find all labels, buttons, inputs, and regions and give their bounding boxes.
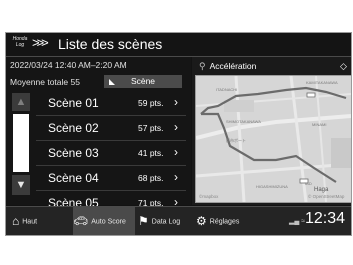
home-icon: ⌂ — [12, 214, 20, 228]
scene-row[interactable]: Scène 03 41 pts. › — [36, 141, 186, 166]
scene-name: Scène 01 — [48, 96, 99, 110]
scene-points: 57 pts. — [138, 123, 164, 133]
tab-data-log[interactable]: ⚑ Data Log — [138, 207, 194, 235]
scene-row[interactable]: Scène 01 59 pts. › — [36, 91, 186, 116]
scene-points: 59 pts. — [138, 98, 164, 108]
svg-text:© OpenStreetMap: © OpenStreetMap — [308, 193, 345, 199]
clock: 12:34 — [305, 210, 346, 227]
route-map[interactable]: ITADNACHI KAMITAKANAWA SHIMOTAKANAWA 都市ポ… — [195, 75, 351, 203]
scene-list-panel: 2022/03/24 12:40 AM–2:20 AM Moyenne tota… — [6, 57, 191, 210]
scroll-thumb[interactable] — [13, 114, 29, 172]
bottom-nav: ⌂ Haut 🚗︎ Auto Score ⚑ Data Log ⚙ Réglages ▂… — [6, 206, 351, 235]
scroll-down-icon[interactable]: ▼ — [12, 175, 30, 195]
map-panel: ⚲Accélération ◇ ITADNACHI KAMITAKANAWA — [192, 57, 351, 205]
chevron-right-icon: › — [174, 95, 178, 109]
scene-name: Scène 02 — [48, 121, 99, 135]
chevron-right-icon: › — [174, 170, 178, 184]
gear-icon: ⚙ — [196, 214, 207, 228]
page-title: Liste des scènes — [58, 36, 163, 52]
tab-settings[interactable]: ⚙ Réglages — [196, 207, 258, 235]
scene-points: 41 pts. — [138, 148, 164, 158]
svg-text:Haga: Haga — [314, 187, 329, 193]
chevron-right-icon: › — [174, 120, 178, 134]
event-label: ⚲ Accélération — [199, 61, 257, 71]
app-logo: Honda Log — [12, 36, 28, 48]
scrollbar[interactable]: ▲ ▼ — [12, 93, 30, 203]
scroll-up-icon[interactable]: ▲ — [12, 93, 30, 111]
app-screen: Honda Log >>> Liste des scènes 2022/03/2… — [5, 32, 352, 236]
scene-name: Scène 03 — [48, 146, 99, 160]
average-total: Moyenne totale 55 — [10, 77, 80, 87]
scene-row[interactable]: Scène 04 68 pts. › — [36, 166, 186, 191]
scene-name: Scène 04 — [48, 171, 99, 185]
svg-text:©mapbox: ©mapbox — [199, 193, 219, 199]
signal-wifi-icon: ▂▄ ≈ — [289, 218, 306, 225]
chevrons-icon: >>> — [32, 35, 49, 50]
car-icon: 🚗︎ — [73, 214, 89, 228]
trip-date: 2022/03/24 12:40 AM–2:20 AM — [10, 60, 127, 70]
sort-corner-icon — [109, 79, 115, 85]
svg-text:KAMITAKANAWA: KAMITAKANAWA — [306, 80, 338, 85]
map-pin-icon: ⚲ — [199, 61, 206, 71]
svg-text:ITADNACHI: ITADNACHI — [216, 87, 237, 92]
scene-row[interactable]: Scène 02 57 pts. › — [36, 116, 186, 141]
chevron-right-icon: › — [174, 145, 178, 159]
compass-icon[interactable]: ◇ — [340, 61, 347, 72]
svg-text:SHIMOTAKANAWA: SHIMOTAKANAWA — [226, 119, 261, 124]
svg-text:MINAMI: MINAMI — [312, 122, 326, 127]
scene-points: 68 pts. — [138, 173, 164, 183]
map-canvas: ITADNACHI KAMITAKANAWA SHIMOTAKANAWA 都市ポ… — [196, 76, 351, 202]
tab-auto-score[interactable]: 🚗︎ Auto Score — [73, 207, 135, 235]
tab-home[interactable]: ⌂ Haut — [12, 207, 70, 235]
svg-text:TAD: TAD — [304, 181, 312, 186]
scene-sort-button[interactable]: Scène — [104, 75, 182, 88]
header-bar: Honda Log >>> Liste des scènes — [6, 33, 351, 56]
flag-icon: ⚑ — [138, 214, 149, 228]
svg-text:HIGASHIMIZUNA: HIGASHIMIZUNA — [256, 184, 288, 189]
svg-text:都市ポート: 都市ポート — [226, 137, 246, 143]
